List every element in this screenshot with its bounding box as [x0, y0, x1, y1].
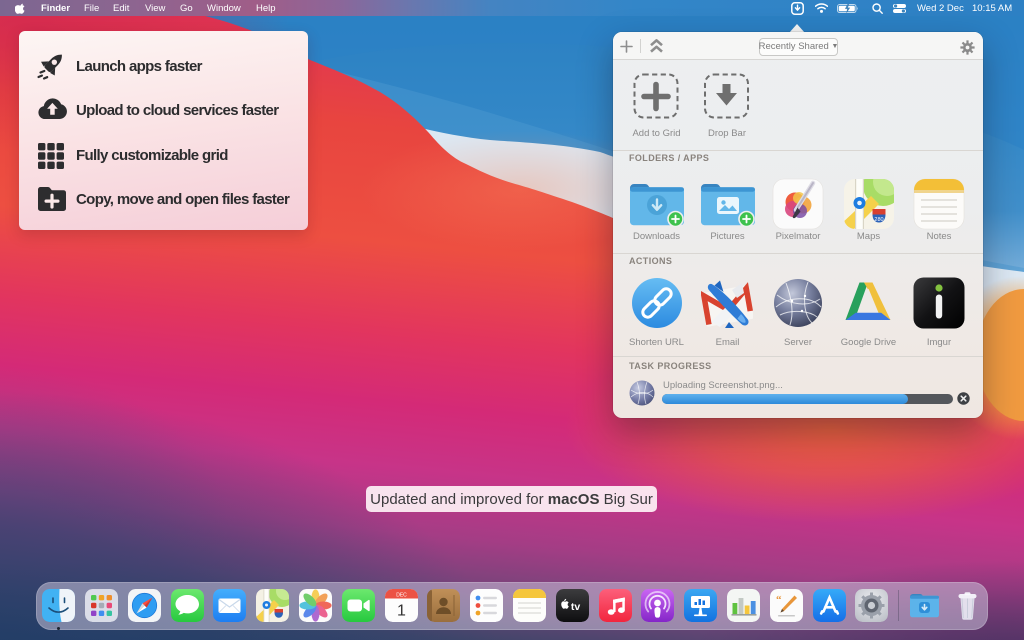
svg-text:1: 1 — [397, 603, 406, 620]
svg-text:tv: tv — [571, 601, 580, 613]
svg-text:DEC: DEC — [396, 592, 407, 598]
svg-text:“: “ — [776, 594, 782, 606]
svg-text:280: 280 — [874, 217, 883, 223]
